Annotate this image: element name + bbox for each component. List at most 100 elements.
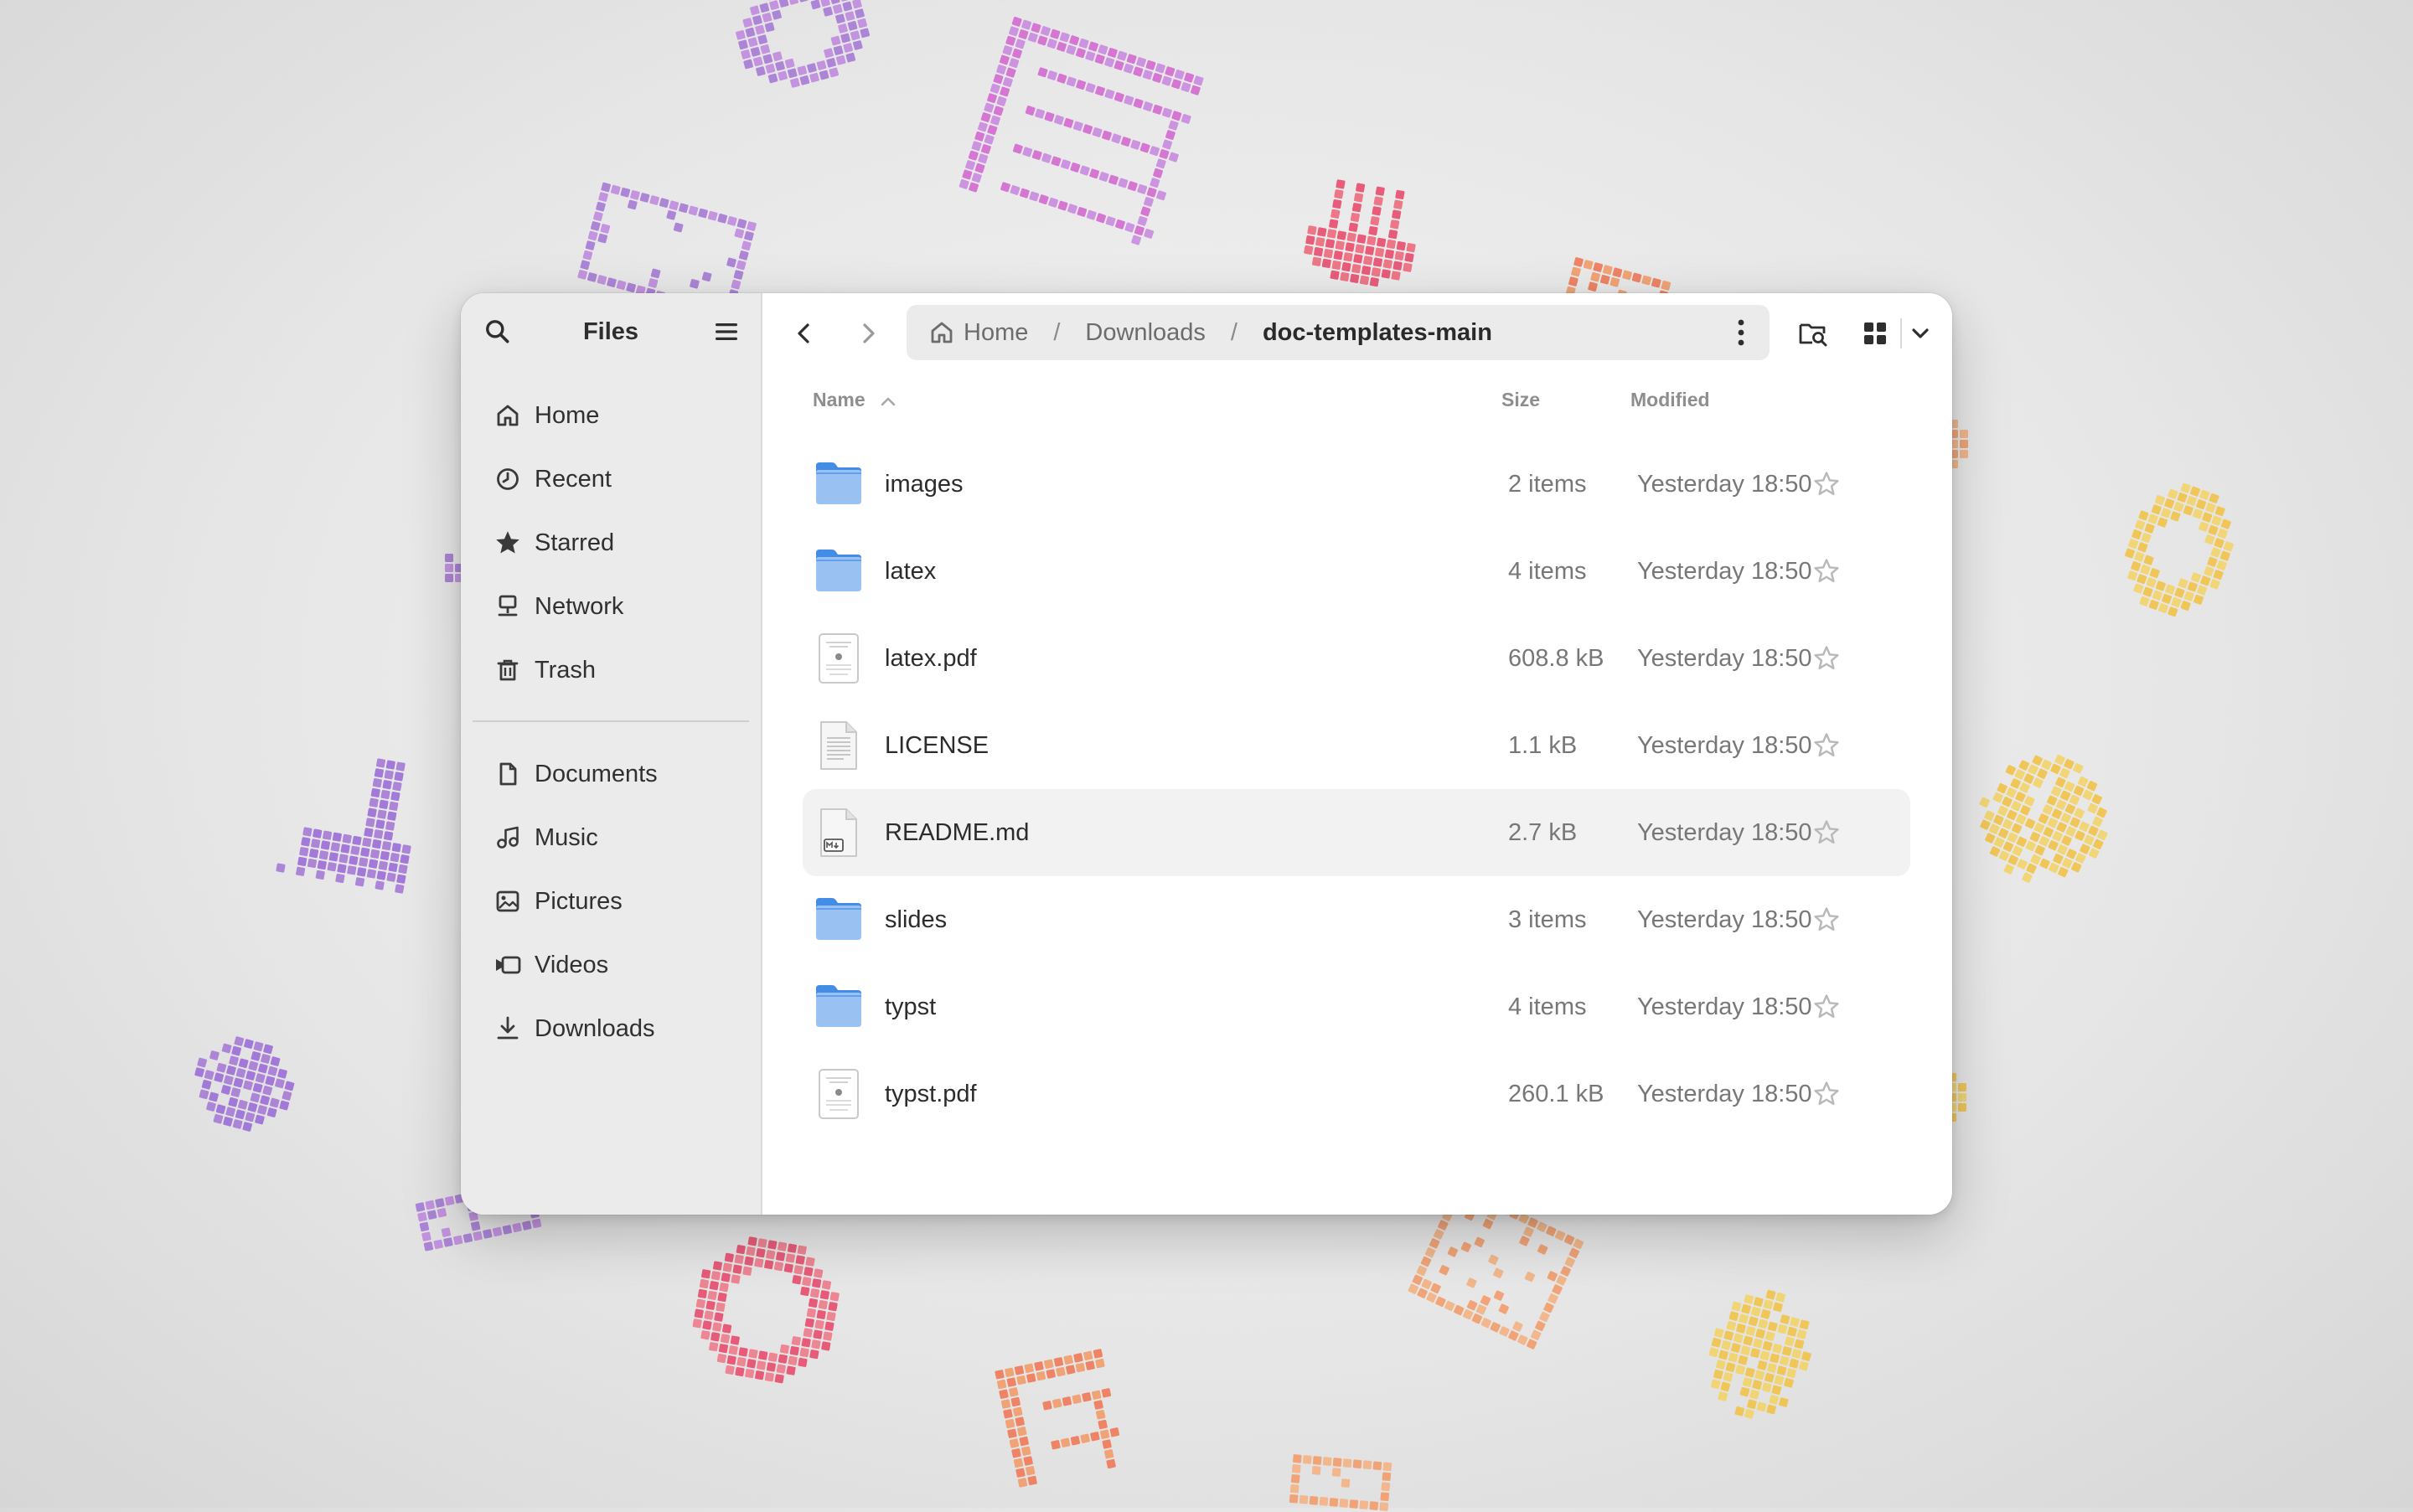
breadcrumb-label: Home [964,318,1029,346]
sidebar-item-recent[interactable]: Recent [473,447,749,511]
star-toggle-button[interactable] [1811,643,1842,673]
file-modified: Yesterday 18:50 [1637,645,1812,672]
file-row[interactable]: latex.pdf 608.8 kB Yesterday 18:50 [803,615,1910,702]
markdown-file-icon [814,808,863,858]
sidebar-item-pictures[interactable]: Pictures [473,870,749,933]
star-toggle-button[interactable] [1811,556,1842,586]
sidebar-item-starred[interactable]: Starred [473,511,749,575]
sidebar-item-documents[interactable]: Documents [473,742,749,806]
view-options-dropdown[interactable] [1904,310,1937,357]
file-size: 608.8 kB [1508,645,1604,672]
star-outline-icon [1814,472,1839,496]
view-grid-button[interactable] [1855,310,1895,357]
sidebar-item-label: Downloads [535,1014,655,1042]
file-name: typst [885,993,937,1020]
clock-icon [493,464,523,494]
trash-icon [493,655,523,685]
column-header-modified[interactable]: Modified [1630,389,1710,411]
sidebar-item-downloads[interactable]: Downloads [473,997,749,1060]
chevron-right-icon [863,323,875,343]
star-toggle-button[interactable] [1811,1079,1842,1109]
column-headers: Name Size Modified [762,384,1952,417]
text-file-icon [814,720,863,771]
file-modified: Yesterday 18:50 [1637,906,1812,933]
picture-icon [493,886,523,916]
hamburger-menu-icon [716,323,737,340]
breadcrumb-current[interactable]: doc-templates-main [1263,319,1492,347]
sidebar-item-network[interactable]: Network [473,575,749,638]
wallpaper-pixel-art [276,758,411,894]
file-name: latex [885,558,937,585]
file-size: 2 items [1508,471,1587,498]
sidebar-item-label: Videos [535,951,609,978]
sidebar-item-home[interactable]: Home [473,384,749,447]
file-row[interactable]: typst 4 items Yesterday 18:50 [803,963,1910,1050]
sidebar-divider [473,720,749,722]
path-menu-button[interactable] [1718,309,1765,356]
pdf-file-icon [814,633,863,684]
breadcrumb-home[interactable]: Home [928,319,1028,347]
file-row[interactable]: typst.pdf 260.1 kB Yesterday 18:50 [803,1050,1910,1138]
breadcrumb-downloads[interactable]: Downloads [1085,319,1205,347]
wallpaper-pixel-art [692,1236,840,1384]
column-header-size[interactable]: Size [1501,389,1540,411]
file-row[interactable]: latex 4 items Yesterday 18:50 [803,528,1910,615]
file-modified: Yesterday 18:50 [1637,732,1812,759]
file-modified: Yesterday 18:50 [1637,993,1812,1020]
file-size: 3 items [1508,906,1587,933]
file-modified: Yesterday 18:50 [1637,819,1812,846]
file-row[interactable]: images 2 items Yesterday 18:50 [803,441,1910,528]
wallpaper-pixel-art [1979,754,2108,883]
sidebar-item-label: Pictures [535,887,623,915]
file-size: 4 items [1508,558,1587,585]
sidebar-item-label: Home [535,401,600,429]
file-name: latex.pdf [885,645,977,672]
sidebar-item-label: Starred [535,529,615,556]
video-icon [493,950,523,980]
folder-icon [814,895,863,945]
star-toggle-button[interactable] [1811,818,1842,848]
sidebar-item-label: Documents [535,760,658,787]
folder-icon [814,546,863,596]
column-header-name[interactable]: Name [813,389,897,411]
file-row[interactable]: LICENSE 1.1 kB Yesterday 18:50 [803,702,1910,789]
network-icon [493,591,523,622]
header-bar: Home / Downloads / doc-templates-main [762,293,1952,374]
content-pane: Home / Downloads / doc-templates-main Na… [762,293,1952,1215]
star-outline-icon [1814,907,1839,931]
file-name: typst.pdf [885,1081,977,1107]
wallpaper-pixel-art [1304,179,1416,287]
folder-icon [814,982,863,1032]
pdf-file-icon [814,1069,863,1119]
file-modified: Yesterday 18:50 [1637,1081,1812,1107]
sidebar-item-label: Music [535,823,598,851]
star-toggle-button[interactable] [1811,992,1842,1022]
file-list: images 2 items Yesterday 18:50 latex 4 items… [803,441,1910,1138]
search-in-folder-button[interactable] [1790,310,1837,357]
back-button[interactable] [781,310,828,357]
sidebar-item-music[interactable]: Music [473,806,749,870]
forward-button[interactable] [845,310,891,357]
chevron-down-icon [1912,328,1929,338]
wallpaper-pixel-art [958,16,1204,245]
files-window: Files Home Recent Starred Network Trash … [461,293,1952,1215]
wallpaper-pixel-art [194,1036,295,1132]
breadcrumb-separator: / [1230,318,1238,346]
star-toggle-button[interactable] [1811,469,1842,499]
folder-icon [814,459,863,509]
sidebar-item-label: Recent [535,465,612,493]
file-size: 4 items [1508,993,1587,1020]
sidebar: Files Home Recent Starred Network Trash … [461,293,762,1215]
main-menu-button[interactable] [703,308,750,355]
folder-search-icon [1799,323,1827,347]
file-row[interactable]: slides 3 items Yesterday 18:50 [803,876,1910,963]
sidebar-item-videos[interactable]: Videos [473,933,749,997]
download-icon [493,1014,523,1044]
star-toggle-button[interactable] [1811,730,1842,761]
file-row[interactable]: README.md 2.7 kB Yesterday 18:50 [803,789,1910,876]
wallpaper-pixel-art [736,0,871,88]
star-toggle-button[interactable] [1811,905,1842,935]
sidebar-item-trash[interactable]: Trash [473,638,749,702]
star-outline-icon [1814,559,1839,583]
file-name: README.md [885,819,1030,846]
